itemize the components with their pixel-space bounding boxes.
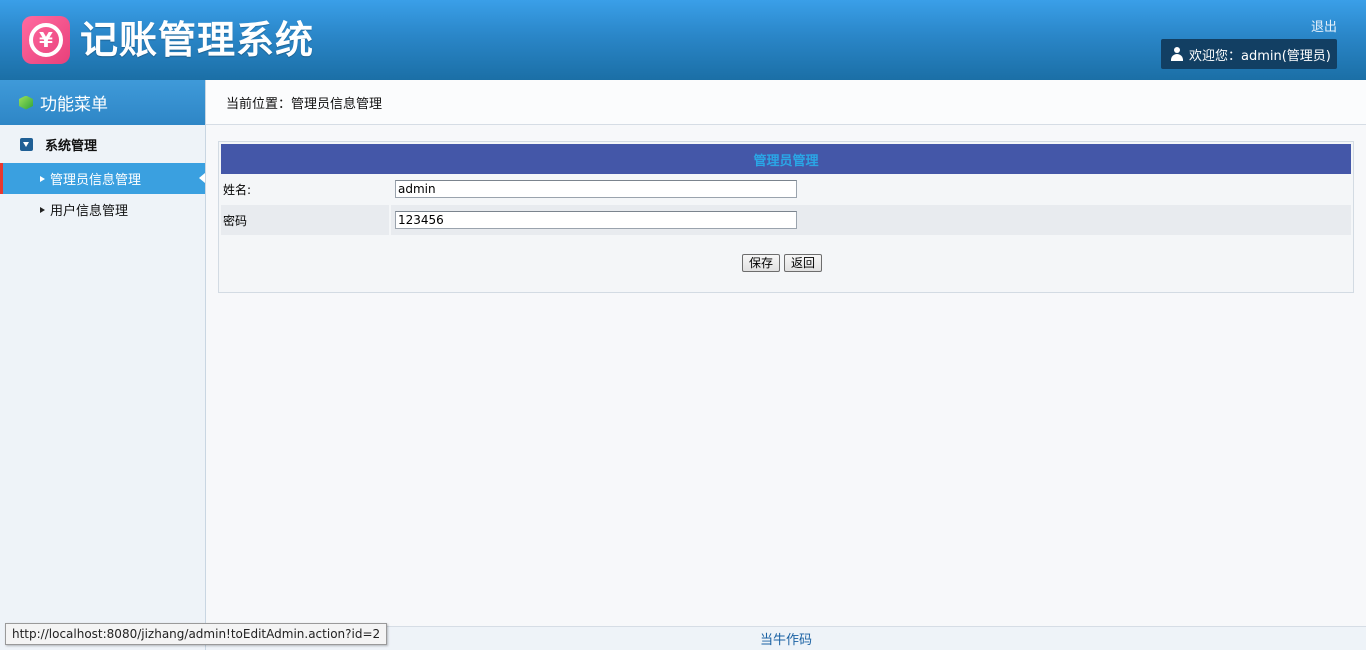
welcome-text: 欢迎您：admin(管理员) (1189, 48, 1331, 64)
menu-title: 功能菜单 (0, 80, 205, 125)
breadcrumb-text: 当前位置：管理员信息管理 (226, 96, 383, 112)
form-row-name: 姓名: (221, 174, 1351, 204)
sidebar-item-admin-info[interactable]: 管理员信息管理 (0, 163, 205, 194)
triangle-right-icon (40, 206, 45, 213)
footer-text: 当牛作码 (759, 633, 812, 648)
menu-title-label: 功能菜单 (40, 95, 108, 115)
sidebar-item-user-info[interactable]: 用户信息管理 (0, 194, 205, 225)
password-label: 密码 (223, 213, 248, 228)
yen-symbol: ¥ (29, 23, 63, 57)
sidebar-item-label: 用户信息管理 (50, 204, 129, 219)
triangle-right-icon (40, 175, 45, 182)
logo: ¥ 记账管理系统 (22, 16, 314, 64)
sidebar-item-label: 管理员信息管理 (50, 173, 142, 188)
sidebar-group-system[interactable]: 系统管理 (0, 125, 205, 163)
cube-icon (18, 95, 34, 111)
logout-link[interactable]: 退出 (1311, 16, 1337, 35)
sidebar-group-label: 系统管理 (45, 138, 98, 154)
status-url: http://localhost:8080/jizhang/admin!toEd… (12, 627, 381, 641)
admin-form-panel: 管理员管理 姓名: 密码 保存 返回 (218, 141, 1354, 293)
form-row-password: 密码 (221, 205, 1351, 235)
browser-status-bar: http://localhost:8080/jizhang/admin!toEd… (5, 623, 388, 645)
yen-logo-icon: ¥ (22, 16, 70, 64)
back-button[interactable]: 返回 (784, 254, 823, 272)
user-icon (1171, 47, 1183, 61)
password-input[interactable] (395, 211, 797, 229)
panel-title: 管理员管理 (221, 144, 1351, 174)
save-button[interactable]: 保存 (742, 254, 781, 272)
breadcrumb: 当前位置：管理员信息管理 (206, 80, 1366, 125)
welcome-badge: 欢迎您：admin(管理员) (1161, 39, 1337, 69)
password-cell (389, 205, 1351, 235)
sidebar: 功能菜单 系统管理 管理员信息管理 用户信息管理 (0, 80, 206, 650)
header: ¥ 记账管理系统 退出 欢迎您：admin(管理员) (0, 0, 1366, 80)
form-buttons: 保存 返回 (742, 254, 823, 272)
name-input[interactable] (395, 180, 797, 198)
name-cell (389, 174, 1351, 204)
name-label: 姓名: (223, 182, 252, 197)
collapse-icon (20, 137, 33, 151)
app-title: 记账管理系统 (80, 18, 315, 62)
